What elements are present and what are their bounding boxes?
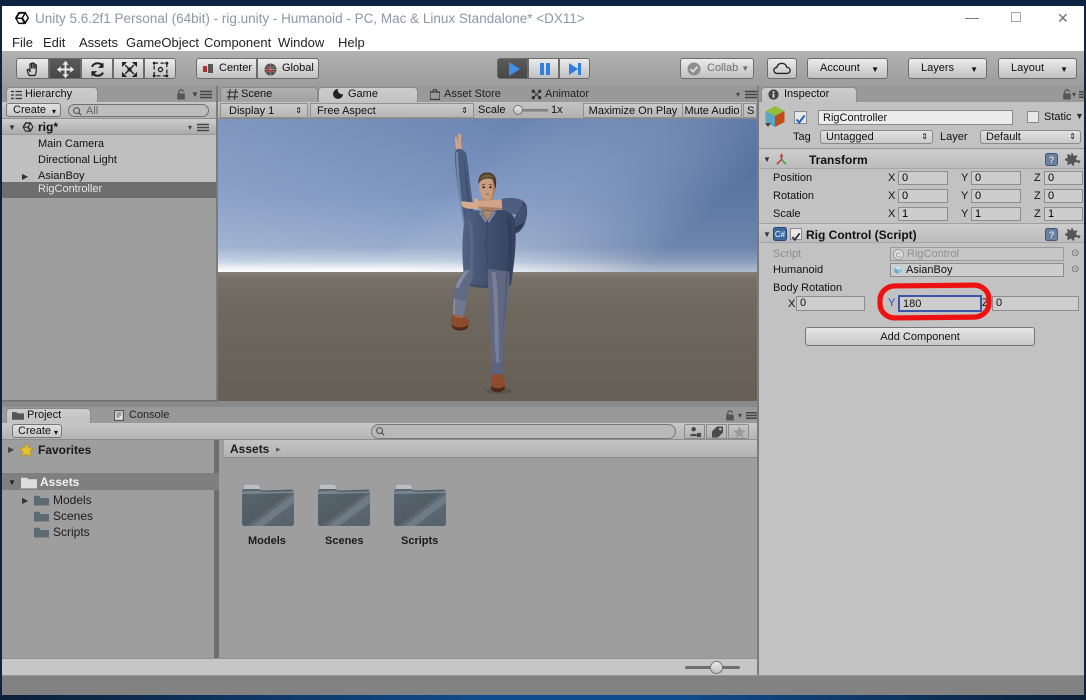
svg-text:C: C	[896, 250, 902, 259]
svg-text:?: ?	[1049, 155, 1054, 165]
svg-text:?: ?	[1049, 230, 1054, 240]
svg-text:C#: C#	[775, 230, 786, 239]
